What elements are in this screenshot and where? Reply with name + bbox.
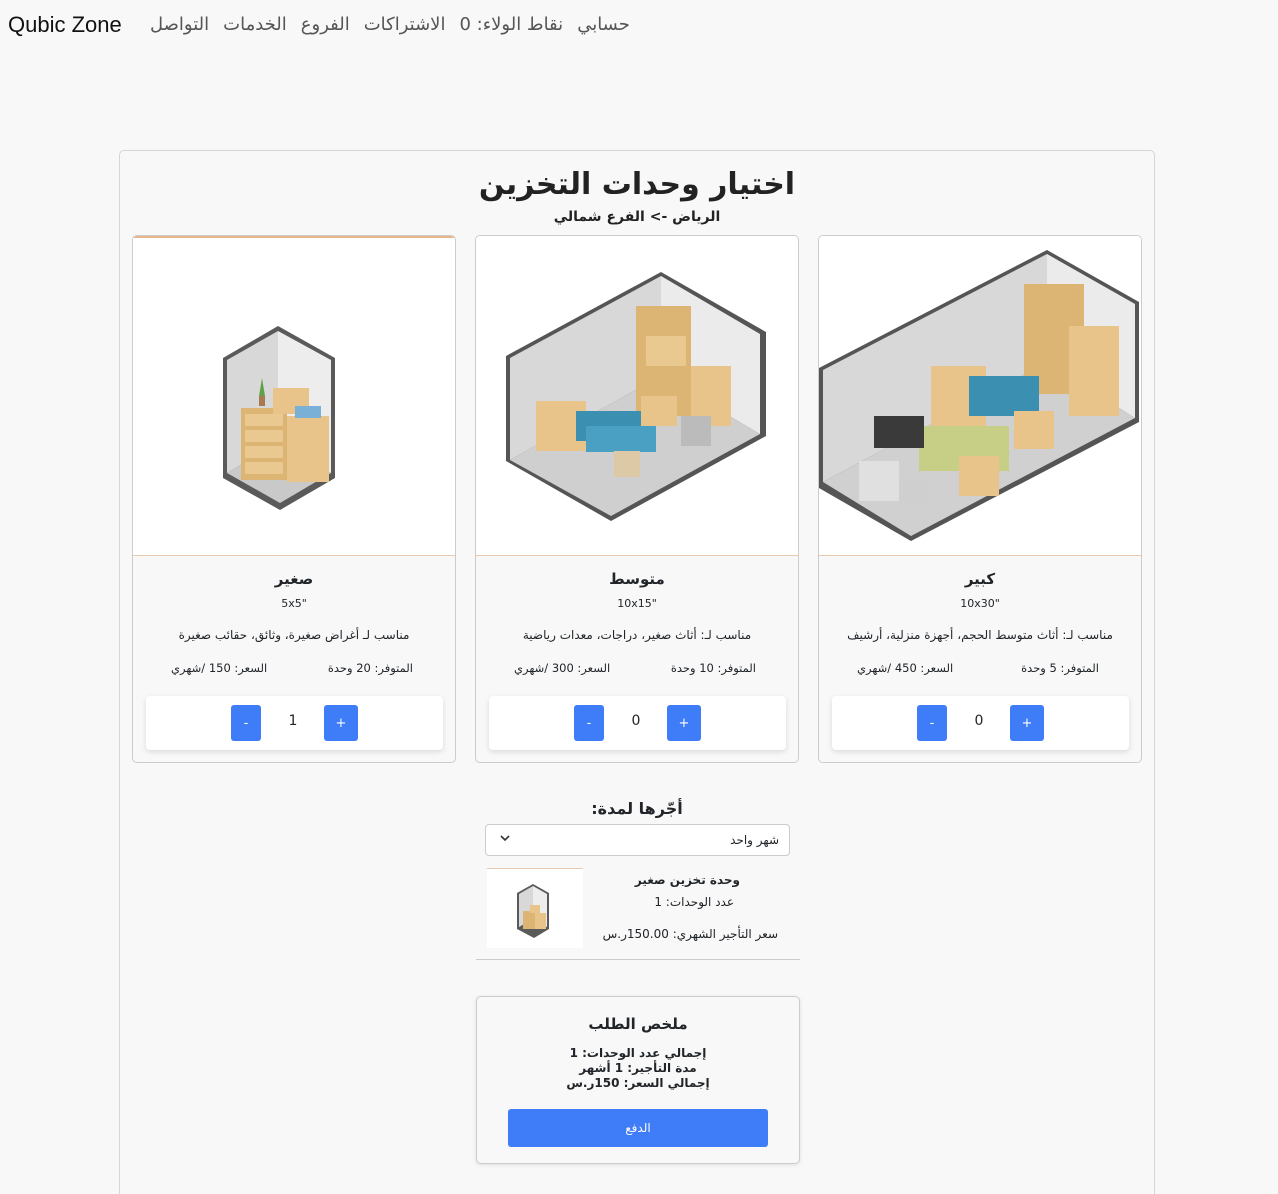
quantity-stepper: - 1 + [146, 696, 443, 750]
unit-price: السعر: 450 /شهري [857, 661, 954, 675]
rental-duration-select[interactable]: شهر واحد [485, 824, 790, 856]
small-unit-image [133, 236, 455, 556]
unit-description: مناسب لـ: أثاث صغير، دراجات، معدات رياضي… [522, 628, 752, 642]
nav-item-loyalty-points[interactable]: نقاط الولاء: 0 [459, 14, 563, 35]
increment-button[interactable]: + [324, 705, 358, 741]
unit-availability: المتوفر: 20 وحدة [327, 661, 413, 675]
quantity-stepper: - 0 + [832, 696, 1129, 750]
order-summary: ملخص الطلب إجمالي عدد الوحدات: 1 مدة الت… [476, 996, 800, 1164]
order-summary-title: ملخص الطلب [588, 1015, 688, 1033]
quantity-stepper: - 0 + [489, 696, 786, 750]
nav-item-account[interactable]: حسابي [577, 14, 630, 35]
nav-item-contact[interactable]: التواصل [150, 14, 209, 35]
summary-duration: مدة التأجير: 1 أشهر [579, 1061, 697, 1075]
selected-unit-thumbnail [487, 868, 583, 948]
rental-duration-value: شهر واحد [730, 833, 779, 847]
unit-availability: المتوفر: 5 وحدة [1021, 661, 1099, 675]
brand-logo[interactable]: Qubic Zone [8, 12, 122, 38]
unit-price: السعر: 150 /شهري [171, 661, 268, 675]
unit-size: 5x5" [281, 597, 307, 610]
chevron-down-icon [500, 835, 510, 842]
navbar: Qubic Zone حسابي نقاط الولاء: 0 الاشتراك… [0, 0, 1278, 54]
unit-price: السعر: 300 /شهري [514, 661, 611, 675]
unit-name: كبير [964, 570, 996, 588]
unit-description: مناسب لـ أغراض صغيرة، وثائق، حقائب صغيرة [178, 628, 410, 642]
selected-unit-name: وحدة تخزين صغير [634, 873, 740, 887]
unit-size: 10x30" [960, 597, 1000, 610]
medium-unit-image [476, 236, 798, 556]
summary-total-price: إجمالي السعر: 150ر.س [566, 1076, 710, 1090]
large-unit-image [819, 236, 1141, 556]
nav-item-services[interactable]: الخدمات [223, 14, 287, 35]
selected-unit-count: عدد الوحدات: 1 [654, 895, 734, 909]
selected-unit-item: وحدة تخزين صغير عدد الوحدات: 1 سعر التأج… [476, 866, 800, 960]
storage-selection-panel: اختيار وحدات التخزين الرياض -> الفرع شما… [119, 150, 1155, 1194]
unit-card-large: كبير 10x30" مناسب لـ: أثاث متوسط الحجم، … [818, 235, 1142, 763]
nav-menu: حسابي نقاط الولاء: 0 الاشتراكات الفروع ا… [150, 14, 630, 35]
rental-duration-label: أجّرها لمدة: [591, 799, 683, 818]
selected-unit-price: سعر التأجير الشهري: 150.00ر.س [602, 927, 778, 941]
decrement-button[interactable]: - [574, 705, 604, 741]
increment-button[interactable]: + [667, 705, 701, 741]
unit-availability: المتوفر: 10 وحدة [670, 661, 756, 675]
decrement-button[interactable]: - [917, 705, 947, 741]
page-title: اختيار وحدات التخزين [478, 167, 796, 202]
unit-card-medium: متوسط 10x15" مناسب لـ: أثاث صغير، دراجات… [475, 235, 799, 763]
summary-total-units: إجمالي عدد الوحدات: 1 [569, 1046, 707, 1060]
quantity-value: 0 [631, 713, 641, 729]
unit-description: مناسب لـ: أثاث متوسط الحجم، أجهزة منزلية… [847, 628, 1113, 642]
nav-item-subscriptions[interactable]: الاشتراكات [364, 14, 446, 35]
pay-button[interactable]: الدفع [508, 1109, 768, 1147]
unit-name: صغير [274, 570, 314, 588]
nav-item-branches[interactable]: الفروع [301, 14, 350, 35]
increment-button[interactable]: + [1010, 705, 1044, 741]
quantity-value: 1 [288, 713, 298, 729]
unit-card-small: صغير 5x5" مناسب لـ أغراض صغيرة، وثائق، ح… [132, 235, 456, 763]
unit-name: متوسط [609, 570, 665, 588]
decrement-button[interactable]: - [231, 705, 261, 741]
unit-size: 10x15" [617, 597, 657, 610]
quantity-value: 0 [974, 713, 984, 729]
branch-breadcrumb: الرياض -> الفرع شمالي [553, 209, 721, 225]
